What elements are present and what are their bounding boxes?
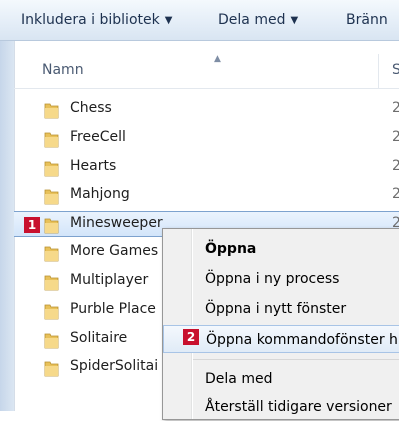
column-header: Namn ▲ S xyxy=(14,54,399,89)
menu-item-share-with[interactable]: Dela med xyxy=(163,365,399,393)
menu-item-label: Öppna i nytt fönster xyxy=(205,301,347,317)
context-menu: Öppna Öppna i ny process Öppna i nytt fö… xyxy=(162,228,399,420)
folder-icon xyxy=(44,361,59,377)
item-date: 2 xyxy=(392,186,399,202)
folder-icon xyxy=(44,304,59,320)
next-column-header[interactable]: S xyxy=(392,62,399,78)
item-name: SpiderSolitai xyxy=(70,358,159,374)
item-name: Multiplayer xyxy=(70,272,149,288)
item-date: 2 xyxy=(392,100,399,116)
list-item[interactable]: Hearts 2 xyxy=(14,155,399,181)
folder-icon xyxy=(44,218,59,234)
item-name: Mahjong xyxy=(70,186,130,202)
item-date: 2 xyxy=(392,129,399,145)
item-name: More Games xyxy=(70,243,159,259)
menu-item-open-new-process[interactable]: Öppna i ny process xyxy=(163,265,399,293)
item-date: 2 xyxy=(392,158,399,174)
folder-icon xyxy=(44,246,59,262)
folder-icon xyxy=(44,103,59,119)
share-with-button[interactable]: Dela med ▼ xyxy=(218,10,298,30)
chevron-down-icon: ▼ xyxy=(164,15,173,26)
burn-label: Bränn xyxy=(346,12,388,28)
share-with-label: Dela med xyxy=(218,12,286,28)
callout-badge-1: 1 xyxy=(24,217,40,233)
sort-ascending-icon: ▲ xyxy=(214,54,221,64)
folder-icon xyxy=(44,275,59,291)
include-in-library-button[interactable]: Inkludera i bibliotek ▼ xyxy=(21,10,172,30)
list-item[interactable]: Mahjong 2 xyxy=(14,183,399,209)
navigation-pane-edge xyxy=(0,41,14,411)
callout-badge-2: 2 xyxy=(183,329,199,345)
folder-icon xyxy=(44,161,59,177)
folder-icon xyxy=(44,132,59,148)
name-column-header[interactable]: Namn xyxy=(42,62,84,78)
menu-item-label: Dela med xyxy=(205,371,273,387)
command-bar: Inkludera i bibliotek ▼ Dela med ▼ Bränn xyxy=(0,0,399,41)
list-item[interactable]: FreeCell 2 xyxy=(14,126,399,152)
menu-item-restore-versions[interactable]: Återställ tidigare versioner xyxy=(163,393,399,421)
item-name: Minesweeper xyxy=(70,215,163,231)
menu-item-label: Öppna xyxy=(205,241,257,257)
burn-button[interactable]: Bränn xyxy=(346,10,388,30)
folder-icon xyxy=(44,189,59,205)
item-name: FreeCell xyxy=(70,129,126,145)
list-item[interactable]: Chess 2 xyxy=(14,97,399,123)
menu-item-label: Öppna i ny process xyxy=(205,271,340,287)
menu-separator xyxy=(193,359,399,360)
menu-item-label: Återställ tidigare versioner xyxy=(205,399,392,415)
menu-item-open[interactable]: Öppna xyxy=(163,235,399,263)
include-in-library-label: Inkludera i bibliotek xyxy=(21,12,160,28)
item-name: Hearts xyxy=(70,158,117,174)
item-name: Solitaire xyxy=(70,330,128,346)
menu-item-open-new-window[interactable]: Öppna i nytt fönster xyxy=(163,295,399,323)
column-divider[interactable] xyxy=(378,54,379,88)
menu-item-label: Öppna kommandofönster h xyxy=(206,332,398,348)
folder-icon xyxy=(44,333,59,349)
chevron-down-icon: ▼ xyxy=(290,15,299,26)
item-name: Chess xyxy=(70,100,112,116)
item-name: Purble Place xyxy=(70,301,156,317)
